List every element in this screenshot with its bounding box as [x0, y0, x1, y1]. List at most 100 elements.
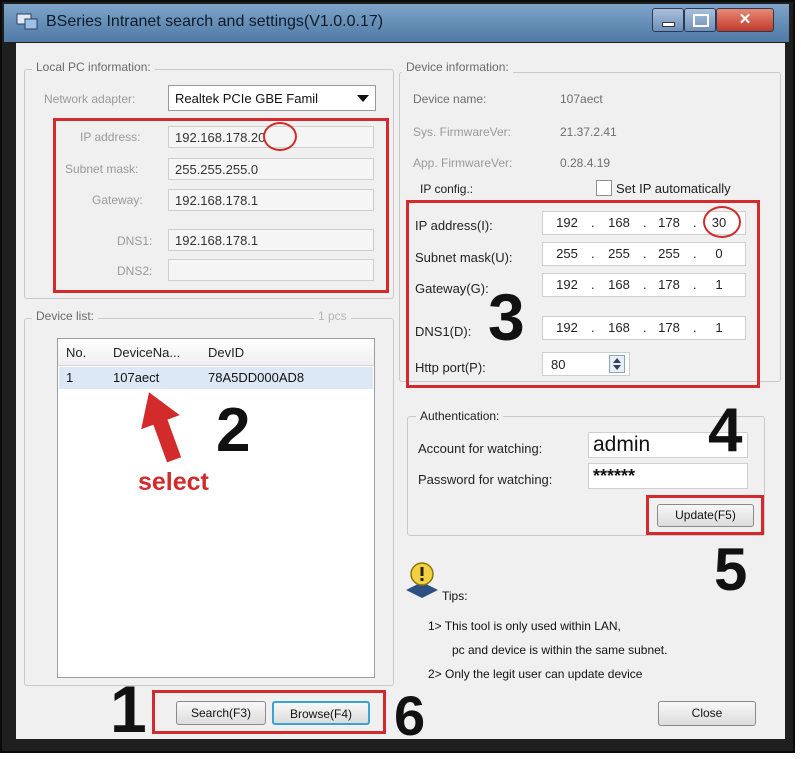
tips-title: Tips:: [442, 589, 468, 603]
column-header-devicename[interactable]: DeviceNa...: [113, 345, 180, 360]
gateway-octet-3: 178: [658, 277, 680, 292]
network-adapter-label: Network adapter:: [44, 92, 136, 106]
row-no: 1: [66, 370, 74, 385]
account-value: admin: [593, 433, 651, 456]
maximize-icon: [693, 14, 709, 27]
close-button[interactable]: Close: [658, 701, 756, 726]
password-input[interactable]: ******: [588, 463, 748, 489]
device-dns1-label: DNS1(D):: [415, 324, 472, 339]
app-firmware-label: App. FirmwareVer:: [413, 156, 513, 170]
set-ip-auto-checkbox[interactable]: [596, 180, 612, 196]
subnet-octet-1: 255: [556, 246, 578, 261]
device-name-label: Device name:: [413, 92, 487, 106]
table-row[interactable]: 1 107aect 78A5DD000AD8: [59, 367, 373, 389]
dns1-octet-4: 1: [715, 320, 723, 335]
gateway-octet-1: 192: [556, 277, 578, 292]
ip-dot: .: [591, 246, 595, 261]
step-6-annotation: 6: [394, 684, 426, 747]
device-subnet-label: Subnet mask(U):: [415, 250, 513, 265]
close-window-button[interactable]: ✕: [716, 8, 774, 32]
device-dns1-field[interactable]: 192 . 168 . 178 . 1: [542, 316, 746, 340]
ip-dot: .: [693, 215, 697, 230]
gateway-octet-4: 1: [715, 277, 723, 292]
ip-config-label: IP config.:: [420, 182, 474, 196]
ip-octet-1: 192: [556, 215, 578, 230]
local-gateway-field: 192.168.178.1: [168, 189, 374, 211]
tips-line-2: pc and device is within the same subnet.: [452, 643, 668, 657]
local-dns1-field: 192.168.178.1: [168, 229, 374, 251]
local-pc-group-label: Local PC information:: [32, 60, 155, 74]
step-2-annotation: 2: [216, 396, 251, 465]
ip-dot: .: [591, 277, 595, 292]
search-button[interactable]: Search(F3): [176, 701, 266, 725]
spinner-icon[interactable]: [609, 355, 625, 373]
http-port-field[interactable]: 80: [542, 352, 630, 376]
minimize-icon: [662, 22, 675, 27]
app-icon: [16, 13, 38, 30]
dns1-octet-3: 178: [658, 320, 680, 335]
network-adapter-select[interactable]: Realtek PCIe GBE Famil: [168, 85, 376, 111]
gateway-octet-2: 168: [608, 277, 630, 292]
maximize-button[interactable]: [684, 8, 716, 32]
column-header-devid[interactable]: DevID: [208, 345, 244, 360]
account-label: Account for watching:: [418, 441, 543, 456]
minimize-button[interactable]: [652, 8, 684, 32]
password-value: ******: [593, 466, 636, 486]
browse-button[interactable]: Browse(F4): [272, 701, 370, 725]
device-subnet-field[interactable]: 255 . 255 . 255 . 0: [542, 242, 746, 266]
dns1-octet-2: 168: [608, 320, 630, 335]
subnet-octet-4: 0: [715, 246, 723, 261]
http-port-label: Http port(P):: [415, 360, 486, 375]
select-annotation: select: [138, 468, 209, 496]
ip-dot: .: [643, 215, 647, 230]
column-header-no[interactable]: No.: [66, 345, 86, 360]
local-subnet-label: Subnet mask:: [65, 162, 139, 176]
subnet-octet-3: 255: [658, 246, 680, 261]
ip-dot: .: [643, 277, 647, 292]
window-title: BSeries Intranet search and settings(V1.…: [46, 13, 384, 30]
local-ip-value: 192.168.178.: [175, 130, 251, 145]
row-devid: 78A5DD000AD8: [208, 370, 305, 385]
step-5-annotation: 5: [714, 536, 748, 603]
ip-dot: .: [591, 320, 595, 335]
step-1-annotation: 1: [110, 672, 147, 746]
app-firmware-value: 0.28.4.19: [560, 156, 611, 170]
ip-octet-2: 168: [608, 215, 630, 230]
dropdown-arrow-icon: [357, 95, 369, 102]
step-3-annotation: 3: [488, 280, 525, 354]
device-info-group-label: Device information:: [402, 60, 513, 74]
device-gateway-label: Gateway(G):: [415, 281, 489, 296]
ip-dot: .: [643, 320, 647, 335]
sys-firmware-value: 21.37.2.41: [560, 125, 617, 139]
device-list-group-label: Device list:: [32, 309, 99, 323]
device-name-value: 107aect: [560, 92, 603, 106]
device-table-header: No. DeviceNa... DevID: [58, 339, 374, 366]
local-dns2-label: DNS2:: [117, 264, 153, 278]
dns1-octet-1: 192: [556, 320, 578, 335]
device-count: 1 pcs: [314, 309, 351, 323]
local-gateway-label: Gateway:: [92, 193, 143, 207]
local-ip-label: IP address:: [80, 130, 141, 144]
password-label: Password for watching:: [418, 472, 553, 487]
device-table[interactable]: No. DeviceNa... DevID 1 107aect 78A5DD00…: [57, 338, 375, 678]
ip-dot: .: [693, 277, 697, 292]
set-ip-auto-label[interactable]: Set IP automatically: [616, 181, 731, 196]
ip-dot: .: [591, 215, 595, 230]
local-ip-highlight-circle: [263, 122, 297, 151]
tips-line-1: 1> This tool is only used within LAN,: [428, 619, 621, 633]
authentication-group-label: Authentication:: [416, 409, 504, 423]
local-dns2-field: [168, 259, 374, 281]
ip-dot: .: [693, 246, 697, 261]
device-ip-label: IP address(I):: [415, 218, 493, 233]
device-ip-highlight-circle: [703, 206, 741, 238]
device-gateway-field[interactable]: 192 . 168 . 178 . 1: [542, 273, 746, 297]
local-subnet-field: 255.255.255.0: [168, 158, 374, 180]
ip-octet-3: 178: [658, 215, 680, 230]
update-button[interactable]: Update(F5): [657, 504, 754, 527]
local-dns1-label: DNS1:: [117, 234, 153, 248]
row-device-name: 107aect: [113, 370, 160, 385]
http-port-value: 80: [551, 357, 566, 372]
close-icon: ✕: [738, 11, 752, 28]
sys-firmware-label: Sys. FirmwareVer:: [413, 125, 512, 139]
step-4-annotation: 4: [708, 396, 743, 465]
